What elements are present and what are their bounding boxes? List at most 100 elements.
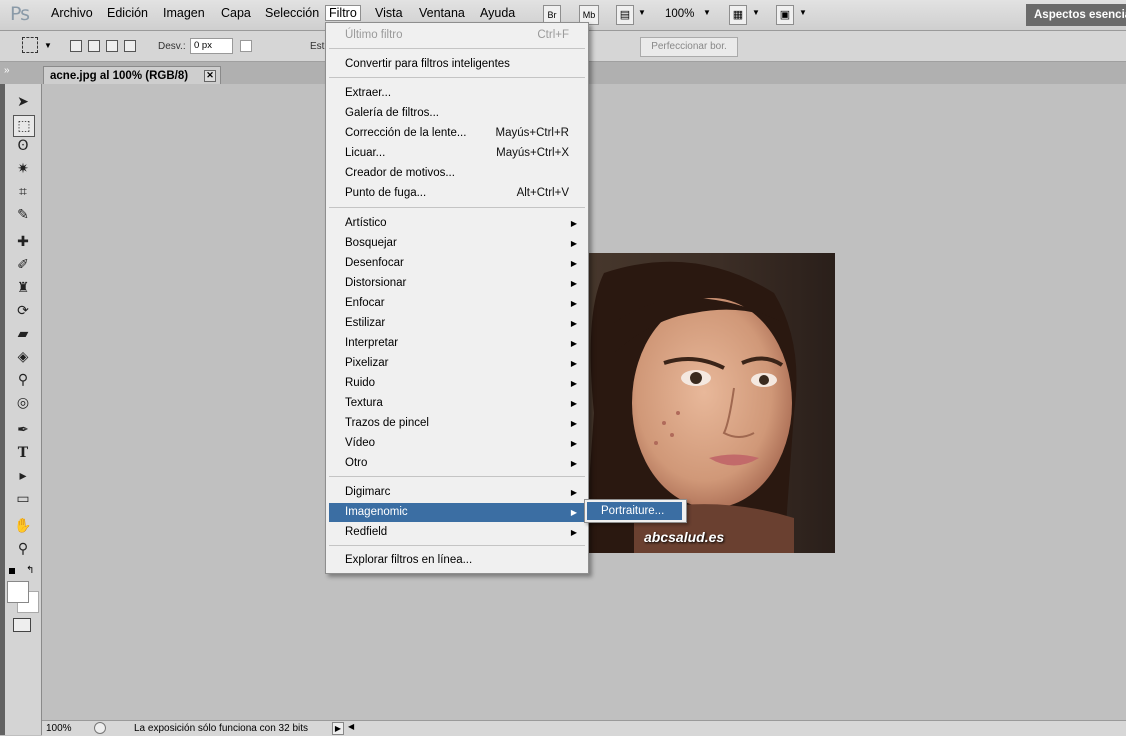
menu-item-distorsionar[interactable]: Distorsionar ▶: [329, 274, 585, 293]
status-icon[interactable]: [94, 722, 106, 734]
rect-marquee-tool-icon[interactable]: ⬚: [13, 115, 35, 137]
menu-item-trazos-pincel[interactable]: Trazos de pincel ▶: [329, 414, 585, 433]
zoom-level[interactable]: 100%: [665, 8, 694, 20]
extras-icon[interactable]: ▤: [616, 5, 634, 25]
menu-item-label: Galería de filtros...: [345, 107, 439, 119]
marquee-tool-icon[interactable]: [22, 37, 38, 53]
menu-item-label: Desenfocar: [345, 257, 404, 269]
menu-item-label: Extraer...: [345, 87, 392, 99]
menu-item-estilizar[interactable]: Estilizar ▶: [329, 314, 585, 333]
submenu-arrow-icon: ▶: [570, 439, 577, 448]
menu-item-shortcut: Alt+Ctrl+V: [516, 187, 569, 199]
pen-tool-icon[interactable]: ✒: [13, 420, 33, 440]
subtract-selection-icon[interactable]: [106, 40, 118, 52]
move-tool-icon[interactable]: ➤: [13, 92, 33, 112]
history-brush-tool-icon[interactable]: ⟳: [13, 301, 33, 321]
eyedropper-tool-icon[interactable]: ✎: [13, 205, 33, 225]
menu-item-creador-motivos[interactable]: Creador de motivos...: [329, 164, 585, 183]
menu-filtro[interactable]: Filtro: [325, 5, 361, 21]
intersect-selection-icon[interactable]: [124, 40, 136, 52]
new-selection-icon[interactable]: [70, 40, 82, 52]
status-zoom[interactable]: 100%: [46, 723, 72, 734]
eraser-tool-icon[interactable]: ▰: [13, 324, 33, 344]
collapse-panels-icon[interactable]: »: [4, 65, 10, 76]
dodge-tool-icon[interactable]: ⚲: [13, 370, 33, 390]
menu-item-shortcut: Ctrl+F: [537, 29, 569, 41]
swap-colors-icon[interactable]: ↰: [26, 565, 34, 576]
healing-brush-tool-icon[interactable]: ✚: [13, 232, 33, 252]
menu-item-redfield[interactable]: Redfield ▶: [329, 523, 585, 542]
scroll-left-icon[interactable]: ◀: [348, 722, 354, 731]
type-tool-icon[interactable]: T: [13, 443, 33, 463]
menu-vista[interactable]: Vista: [375, 6, 403, 20]
menu-item-portraiture[interactable]: Portraiture...: [587, 502, 682, 520]
document-tab[interactable]: acne.jpg al 100% (RGB/8) ✕: [43, 66, 221, 84]
menu-item-interpretar[interactable]: Interpretar ▶: [329, 334, 585, 353]
brush-tool-icon[interactable]: ✐: [13, 255, 33, 275]
tools-panel: ➤ ⬚ ʘ ✷ ⌗ ✎ ✚ ✐ ♜ ⟳ ▰ ◈ ⚲ ◎ ✒ T ▸ ▭ ✋ ⚲ …: [5, 84, 42, 735]
menu-item-digimarc[interactable]: Digimarc ▶: [329, 483, 585, 502]
chevron-down-icon[interactable]: ▼: [799, 8, 807, 17]
menu-ventana[interactable]: Ventana: [419, 6, 465, 20]
imagenomic-submenu: Portraiture...: [584, 499, 687, 523]
lasso-tool-icon[interactable]: ʘ: [13, 136, 33, 156]
menu-ayuda[interactable]: Ayuda: [480, 6, 515, 20]
menu-item-punto-fuga[interactable]: Punto de fuga... Alt+Ctrl+V: [329, 184, 585, 203]
menu-seleccion[interactable]: Selección: [265, 6, 319, 20]
submenu-arrow-icon: ▶: [570, 339, 577, 348]
menu-item-artistico[interactable]: Artístico ▶: [329, 214, 585, 233]
status-menu-arrow-icon[interactable]: ▶: [332, 722, 344, 735]
menu-capa[interactable]: Capa: [221, 6, 251, 20]
chevron-down-icon[interactable]: ▼: [44, 41, 52, 50]
menu-item-licuar[interactable]: Licuar... Mayús+Ctrl+X: [329, 144, 585, 163]
menu-item-label: Corrección de la lente...: [345, 127, 467, 139]
menu-item-correccion-lente[interactable]: Corrección de la lente... Mayús+Ctrl+R: [329, 124, 585, 143]
paint-bucket-tool-icon[interactable]: ◈: [13, 347, 33, 367]
menu-item-label: Ruido: [345, 377, 376, 389]
arrange-documents-icon[interactable]: ▦: [729, 5, 747, 25]
crop-tool-icon[interactable]: ⌗: [13, 182, 33, 202]
feather-input[interactable]: 0 px: [190, 38, 233, 54]
menu-item-pixelizar[interactable]: Pixelizar ▶: [329, 354, 585, 373]
add-selection-icon[interactable]: [88, 40, 100, 52]
watermark-text: abcsalud.es: [644, 529, 725, 545]
blur-tool-icon[interactable]: ◎: [13, 393, 33, 413]
menu-edicion[interactable]: Edición: [107, 6, 148, 20]
chevron-down-icon[interactable]: ▼: [703, 8, 711, 17]
chevron-down-icon[interactable]: ▼: [752, 8, 760, 17]
chevron-down-icon[interactable]: ▼: [638, 8, 646, 17]
shape-tool-icon[interactable]: ▭: [13, 489, 33, 509]
menu-archivo[interactable]: Archivo: [51, 6, 93, 20]
menu-item-textura[interactable]: Textura ▶: [329, 394, 585, 413]
menu-item-imagenomic[interactable]: Imagenomic ▶: [329, 503, 585, 522]
quick-mask-icon[interactable]: [13, 618, 31, 632]
menu-item-desenfocar[interactable]: Desenfocar ▶: [329, 254, 585, 273]
menu-item-ruido[interactable]: Ruido ▶: [329, 374, 585, 393]
refine-edge-button[interactable]: Perfeccionar bor.: [640, 37, 738, 57]
menu-item-convertir[interactable]: Convertir para filtros inteligentes: [329, 55, 585, 74]
menu-item-bosquejar[interactable]: Bosquejar ▶: [329, 234, 585, 253]
submenu-arrow-icon: ▶: [570, 508, 577, 517]
menu-item-enfocar[interactable]: Enfocar ▶: [329, 294, 585, 313]
menu-item-video[interactable]: Vídeo ▶: [329, 434, 585, 453]
magic-wand-tool-icon[interactable]: ✷: [13, 159, 33, 179]
workspace-button[interactable]: Aspectos esenciales: [1026, 4, 1126, 26]
foreground-color-swatch[interactable]: [7, 581, 29, 603]
menu-imagen[interactable]: Imagen: [163, 6, 205, 20]
feather-label: Desv.:: [158, 41, 186, 52]
menu-item-extraer[interactable]: Extraer...: [329, 84, 585, 103]
clone-stamp-tool-icon[interactable]: ♜: [13, 278, 33, 298]
menu-item-label: Creador de motivos...: [345, 167, 455, 179]
menu-item-galeria[interactable]: Galería de filtros...: [329, 104, 585, 123]
menu-item-otro[interactable]: Otro ▶: [329, 454, 585, 473]
menu-item-label: Pixelizar: [345, 357, 389, 369]
default-colors-icon[interactable]: [9, 568, 15, 574]
antialias-checkbox[interactable]: [240, 40, 252, 52]
zoom-tool-icon[interactable]: ⚲: [13, 539, 33, 559]
menu-separator: [329, 48, 585, 49]
path-selection-tool-icon[interactable]: ▸: [13, 466, 33, 486]
screen-mode-icon[interactable]: ▣: [776, 5, 794, 25]
menu-item-explorar-filtros[interactable]: Explorar filtros en línea...: [329, 551, 585, 570]
hand-tool-icon[interactable]: ✋: [13, 516, 33, 536]
close-icon[interactable]: ✕: [204, 70, 216, 82]
